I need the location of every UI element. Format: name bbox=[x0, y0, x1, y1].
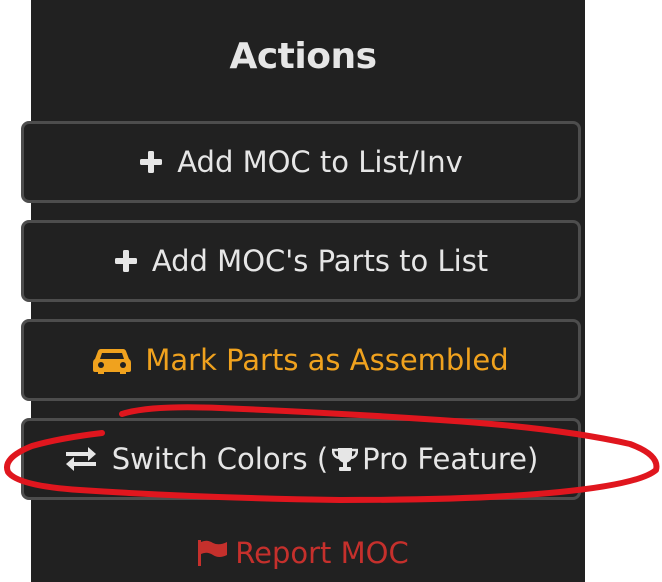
plus-icon bbox=[139, 150, 163, 174]
switch-colors-button[interactable]: Switch Colors ( Pro Feature) bbox=[21, 418, 581, 500]
button-label: Switch Colors ( Pro Feature) bbox=[111, 442, 539, 476]
trophy-icon bbox=[332, 446, 359, 472]
button-label: Mark Parts as Assembled bbox=[145, 343, 509, 377]
mark-parts-assembled-button[interactable]: Mark Parts as Assembled bbox=[21, 319, 581, 401]
swap-arrows-icon bbox=[64, 446, 98, 472]
actions-panel: Actions Add MOC to List/Inv Add MOC's Pa… bbox=[21, 0, 585, 582]
flag-icon bbox=[197, 540, 229, 566]
button-label: Add MOC's Parts to List bbox=[151, 244, 489, 278]
add-parts-to-list-button[interactable]: Add MOC's Parts to List bbox=[21, 220, 581, 302]
report-label: Report MOC bbox=[235, 536, 409, 570]
plus-icon bbox=[114, 249, 138, 273]
panel-title: Actions bbox=[229, 36, 377, 77]
report-moc-link[interactable]: Report MOC bbox=[31, 536, 575, 570]
add-moc-to-list-button[interactable]: Add MOC to List/Inv bbox=[21, 121, 581, 203]
button-label: Add MOC to List/Inv bbox=[177, 145, 463, 179]
car-icon bbox=[93, 346, 132, 374]
